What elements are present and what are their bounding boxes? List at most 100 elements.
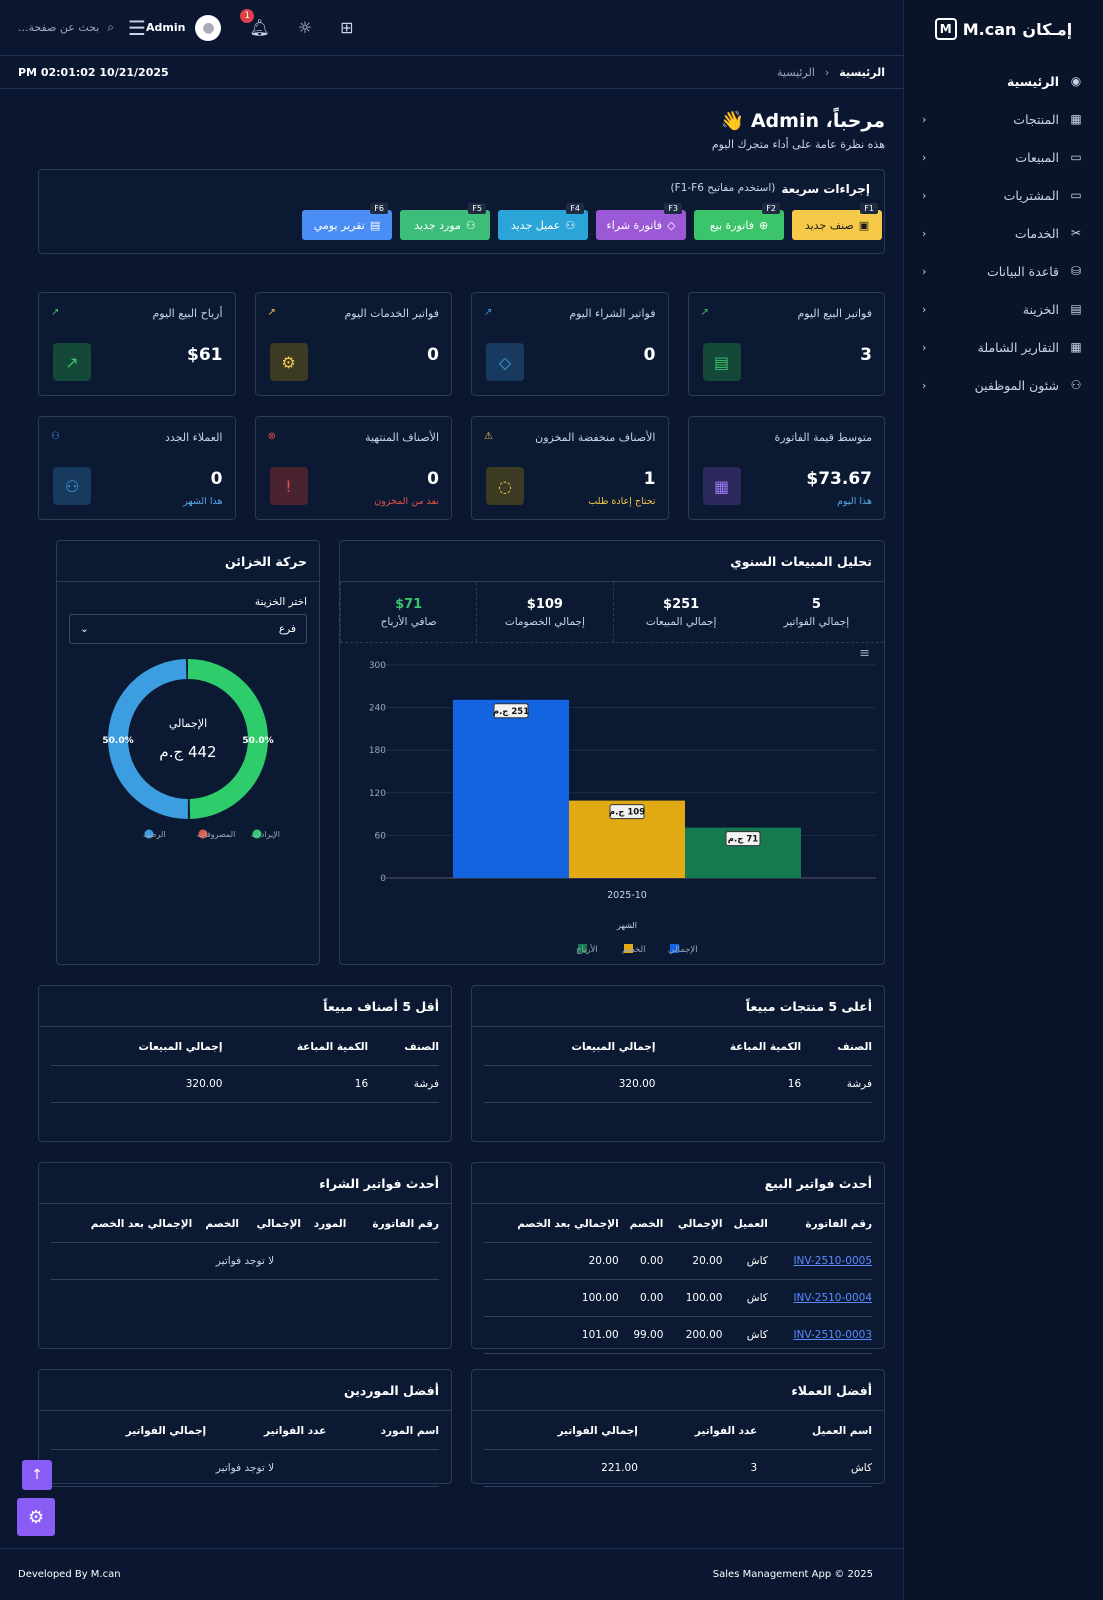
topbar: ☰ ⌕ بحث عن صفحة... Admin ● 🔔︎ 1 ☼ ⊞ [0,0,903,56]
column-header: الكمية المباعة [222,1027,369,1066]
table-wrap: الصنف الكمية المباعة إجمالي المبيعات فرشة 16… [39,1027,451,1103]
table-wrap: اسم المورد عدد الفواتير إجمالي الفواتير لا … [39,1411,451,1487]
invoice-link[interactable]: INV-2510-0003 [767,1316,872,1354]
table-header-row: اسم العميل عدد الفواتير إجمالي الفواتير [484,1411,872,1450]
sidebar-item-label: التقارير الشاملة [977,339,1059,355]
invoice-link[interactable]: INV-2510-0005 [767,1242,872,1280]
sidebar-item[interactable]: ⛁ قاعدة البيانات ‹ [904,252,1103,290]
table-head: الصنف الكمية المباعة إجمالي المبيعات [51,1027,439,1066]
top-suppliers-panel: أفضل الموردين اسم المورد عدد الفواتير إجمال… [38,1369,452,1487]
apps-grid-icon[interactable]: ⊞ [340,18,353,37]
table-row: INV-2510-0003 كاش 200.00 99.00 101.00 [484,1316,872,1354]
trend-up-icon: ↗ [53,343,91,381]
footer-copyright: Sales Management App © 2025 [712,1569,873,1580]
column-header: الكمية المباعة [655,1027,802,1066]
sidebar-item[interactable]: ▭ المشتريات ‹ [904,176,1103,214]
sidebar-item-label: قاعدة البيانات [986,263,1059,279]
stat-trend-icon: ↗ [51,307,60,318]
column-header: الإجمالي بعد الخصم [484,1204,619,1243]
column-header: المورد [301,1204,347,1243]
breadcrumb-home[interactable]: الرئيسية [777,66,815,79]
legend-label[interactable]: الإجمالي [668,945,698,955]
sidebar-item[interactable]: ▦ التقارير الشاملة ‹ [904,328,1103,366]
quick-action-button[interactable]: F3 ◇ فاتورة شراء [596,203,686,240]
empty-row: لا توجد فواتير [51,1449,439,1487]
legend-label[interactable]: الأرباح [576,944,598,955]
legend-label[interactable]: الإيرادات [251,830,280,840]
donut-center-label: الإجمالي [169,717,207,730]
invoice-link[interactable]: INV-2510-0004 [767,1279,872,1317]
panel-title: أحدث فواتير الشراء [39,1163,451,1204]
table-body: كاش 3 221.00 [484,1449,872,1487]
scroll-top-button[interactable]: ↑ [22,1460,52,1490]
chevron-icon: ‹ [922,378,927,392]
table-cell: كاش [722,1242,768,1280]
column-header: اسم العميل [757,1411,872,1450]
employees-icon: ⚇ [1070,378,1082,392]
bar-0[interactable] [453,699,569,878]
sidebar-item-label: الخدمات [1014,225,1059,241]
table-body: فرشة 16 320.00 [484,1065,872,1103]
footer-developer: Developed By M.can [18,1569,121,1580]
data-table: رقم الفاتورة المورد الإجمالي الخصم الإجمالي … [51,1204,439,1280]
top-products-panel: أعلى 5 منتجات مبيعاً الصنف الكمية المباعة إ… [471,985,885,1142]
treasury-select-label: اختر الخزينة [254,596,307,608]
chevron-icon: ‹ [922,188,927,202]
chart-menu-icon[interactable]: ≡ [859,646,870,661]
stat-card: الأصناف المنتهية ⊗ 0! نفذ من المخزون [254,416,452,520]
treasury-select[interactable]: فرع ⌄ [69,614,307,644]
column-header: إجمالي المبيعات [484,1027,656,1066]
supplier-icon: ⚇ [465,218,476,232]
column-header: إجمالي الفواتير [484,1411,638,1450]
quick-action-label: فاتورة بيع [709,218,754,232]
avatar: ● [195,14,222,41]
legend-label[interactable]: المصروفات [197,830,235,839]
donut-center-value: 442 ج.م [159,743,216,762]
brand-logo[interactable]: إمـكان M.can M [904,0,1103,58]
settings-fab-button[interactable]: ⚙ [17,1498,55,1536]
bell-icon[interactable]: 🔔︎ 1 [240,9,270,37]
sidebar-item[interactable]: ▤ الخزينة ‹ [904,290,1103,328]
legend-label[interactable]: الرصيد [143,830,165,839]
user-menu[interactable]: Admin ● [146,14,222,41]
quick-action-button[interactable]: F5 ⚇ مورد جديد [400,203,490,240]
receipt-icon: ▤ [702,343,741,381]
page-search[interactable]: ⌕ بحث عن صفحة... [18,20,114,35]
data-table: رقم الفاتورة العميل الإجمالي الخصم الإجمالي … [484,1204,872,1354]
table-cell: كاش [722,1279,768,1317]
quick-action-button[interactable]: F2 ⊕ فاتورة بيع [694,203,784,240]
calculator-icon: ▦ [702,467,741,505]
menu-toggle-icon[interactable]: ☰ [128,16,146,40]
stats-grid: فواتير البيع اليوم ↗ 3 ▤ فواتير الشراء اليوم… [38,292,885,520]
quick-actions-row: F1 ▣ صنف جديد F2 ⊕ فاتورة بيع F3 ◇ فاتورة شراء F4… [53,203,882,240]
stat-trend-icon: ↗ [484,307,493,318]
sidebar-item[interactable]: ▭ المبيعات ‹ [904,138,1103,176]
quick-action-button[interactable]: F6 ▤ تقرير يومي [302,203,392,240]
sales-icon: ▭ [1070,150,1082,164]
chevron-icon: ‹ [922,302,927,316]
y-tick-label: 240 [369,704,386,714]
table-body: لا توجد فواتير [51,1242,439,1280]
quick-action-button[interactable]: F4 ⚇ عميل جديد [498,203,588,240]
table-body: INV-2510-0005 كاش 20.00 0.00 20.00 INV-2510-0… [484,1242,872,1354]
theme-toggle-icon[interactable]: ☼ [298,18,312,37]
shortcut-key: F1 [860,203,878,214]
sidebar-item[interactable]: ⚇ شئون الموظفين ‹ [904,366,1103,404]
bar-chart-svg: ≡ 300 240 180 120 60 0 251 ج.م 109 ج.م 71 ج.م 2025… [369,646,876,955]
gear-icon: ⚙ [27,1506,45,1528]
column-header: الخصم [192,1204,240,1243]
stat-card: أرباح البيع اليوم ↗ $61 ↗ [38,292,236,396]
notification-badge: 1 [240,9,255,23]
sidebar-item[interactable]: ◉ الرئيسية [904,62,1103,100]
table-cell: 320.00 [484,1065,656,1103]
search-input[interactable]: بحث عن صفحة... [18,21,99,34]
tag-icon: ◇ [667,218,676,232]
sidebar-item-label: المبيعات [1015,149,1059,165]
summary-cell: $109 إجمالي الخصومات [476,582,612,642]
column-header: الخصم [618,1204,664,1243]
legend-label[interactable]: الخصم [622,945,645,955]
quick-action-button[interactable]: F1 ▣ صنف جديد [792,203,882,240]
sidebar-item[interactable]: ✂ الخدمات ‹ [904,214,1103,252]
sidebar-item[interactable]: ▦ المنتجات ‹ [904,100,1103,138]
products-icon: ▦ [1070,112,1082,126]
